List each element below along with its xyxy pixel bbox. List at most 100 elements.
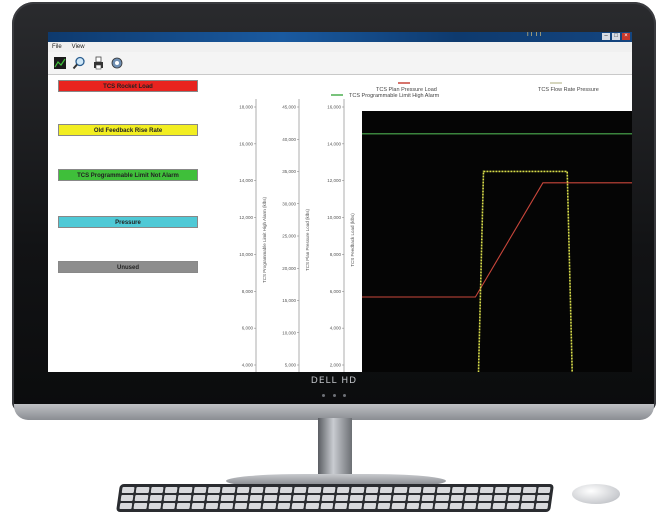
keyboard-key [322,487,336,493]
keyboard-key [321,495,335,501]
magnify-icon[interactable] [71,55,87,71]
axis-left3-tick-label: 14,000 [239,178,253,183]
keyboard-key [349,495,364,501]
keyboard-key [392,495,407,501]
keyboard-key [493,495,507,501]
keyboard-key [278,495,292,501]
axis-left1-tick-label: 10,000 [327,215,341,220]
monitor-brand-logo: DELL HD [310,376,358,386]
keyboard-key [249,495,263,501]
keyboard-key [422,487,436,493]
axis-left2-tick-label: 40,000 [282,137,296,142]
keyboard-key [306,495,321,501]
axis-left1-tick-label: 12,000 [327,178,341,183]
axis-left2-tick-label: 5,000 [285,363,297,368]
keyboard-key [134,495,149,501]
keyboard-key [150,487,164,493]
keyboard-key [435,495,450,501]
keyboard-key [291,503,305,509]
maximize-button[interactable]: □ [612,33,620,40]
alarm-panel: TCS Rocket Load Old Feedback Rise Rate T… [48,75,205,372]
keyboard-key [434,503,448,509]
keyboard-key [506,503,520,509]
keyboard-key [351,487,365,493]
status-button-rocket-load[interactable]: TCS Rocket Load [58,80,198,92]
axis-left1-tick-label: 16,000 [327,105,341,110]
axis-left1-title: TCS Feedback Load (klbs) [350,213,355,267]
legend-label-flow: TCS Flow Rate Pressure [538,87,599,93]
axis-left3-tick-label: 4,000 [242,363,254,368]
status-button-limit-alarm[interactable]: TCS Programmable Limit Not Alarm [58,169,198,181]
keyboard-key [205,503,219,509]
keyboard-key [379,487,393,493]
keyboard-key [192,495,206,501]
keyboard-key [406,503,420,509]
keyboard-key [164,487,178,493]
keyboard-key [277,503,291,509]
status-button-pressure[interactable]: Pressure [58,216,198,228]
keyboard-key [206,495,220,501]
monitor-indicator-lights [322,394,346,398]
keyboard-key [162,503,176,509]
keyboard-key [148,503,162,509]
keyboard-key [305,503,319,509]
menu-file[interactable]: File [52,42,62,52]
axis-left3-tick-label: 6,000 [242,326,254,331]
print-icon[interactable] [90,55,106,71]
keyboard-key [520,503,534,509]
axis-left1-tick-label: 2,000 [330,363,342,368]
axis-left3-tick-label: 16,000 [239,141,253,146]
keyboard-key [193,487,207,493]
keyboard-key [293,487,307,493]
keyboard-key [320,503,334,509]
window-title: TT TT [526,32,543,38]
keyboard-key [450,495,464,501]
keyboard-key [133,503,147,509]
keyboard-key [407,495,421,501]
keyboard-key [265,487,279,493]
keyboard-key [336,487,350,493]
axis-left2-tick-label: 45,000 [282,105,296,110]
status-button-unused[interactable]: Unused [58,261,198,273]
settings-icon[interactable] [109,55,125,71]
keyboard-key [391,503,405,509]
keyboard-key [121,487,135,493]
keyboard-key [537,487,551,493]
close-button[interactable]: × [622,33,630,40]
keyboard-key [262,503,276,509]
screen: TT TT – □ × File View TCS Rocket Load Ol… [48,32,632,372]
keyboard-key [220,495,235,501]
keyboard-key [378,495,392,501]
keyboard-key [377,503,391,509]
keyboard-key [464,495,478,501]
keyboard-key [292,495,306,501]
monitor-stand-neck [318,418,352,480]
axis-left2-tick-label: 30,000 [282,201,296,206]
plot-area [362,111,632,372]
chart-icon[interactable] [52,55,68,71]
axis-left3-tick-label: 12,000 [239,215,253,220]
keyboard-key [177,495,192,501]
keyboard-key [308,487,322,493]
keyboard-key [451,487,465,493]
minimize-button[interactable]: – [602,33,610,40]
keyboard-key [492,503,506,509]
keyboard-key [163,495,177,501]
keyboard-key [176,503,190,509]
keyboard-key [408,487,422,493]
keyboard-key [536,495,550,501]
keyboard-key [523,487,537,493]
keyboard-key [222,487,236,493]
axis-ticks: 18,000 16,000 14,000 12,000 10,000 8,000 6,000… [239,105,344,368]
keyboard-key [348,503,362,509]
monitor-bezel: TT TT – □ × File View TCS Rocket Load Ol… [12,2,656,412]
keyboard-key [365,487,379,493]
keyboard-key [120,495,134,501]
toolbar [48,52,632,75]
axis-left3-tick-label: 10,000 [239,252,253,257]
keyboard-key [179,487,193,493]
status-button-rise-rate[interactable]: Old Feedback Rise Rate [58,124,198,136]
keyboard-key [535,503,549,509]
menu-view[interactable]: View [72,42,85,52]
legend-label-alarm: TCS Programmable Limit High Alarm [349,93,440,99]
